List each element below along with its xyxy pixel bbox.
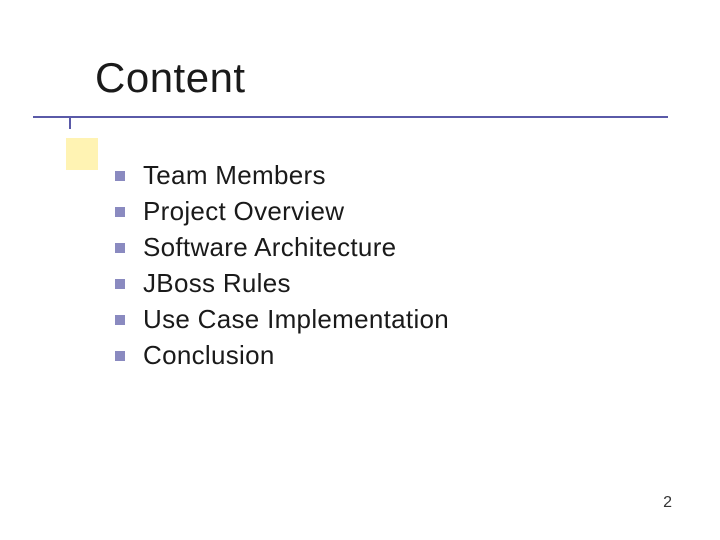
list-item: JBoss Rules: [115, 268, 449, 299]
bullet-icon: [115, 207, 125, 217]
bullet-icon: [115, 279, 125, 289]
page-title: Content: [95, 54, 246, 102]
list-item-label: Conclusion: [143, 340, 275, 371]
page-number: 2: [663, 494, 672, 512]
list-item-label: Use Case Implementation: [143, 304, 449, 335]
list-item-label: Team Members: [143, 160, 326, 191]
list-item-label: Project Overview: [143, 196, 344, 227]
bullet-icon: [115, 315, 125, 325]
content-list: Team Members Project Overview Software A…: [115, 160, 449, 376]
bullet-icon: [115, 171, 125, 181]
title-accent-square: [66, 138, 98, 170]
title-tick: [69, 118, 71, 129]
bullet-icon: [115, 351, 125, 361]
list-item-label: JBoss Rules: [143, 268, 291, 299]
list-item: Project Overview: [115, 196, 449, 227]
list-item: Team Members: [115, 160, 449, 191]
list-item-label: Software Architecture: [143, 232, 396, 263]
list-item: Software Architecture: [115, 232, 449, 263]
title-underline: [33, 116, 668, 118]
list-item: Conclusion: [115, 340, 449, 371]
list-item: Use Case Implementation: [115, 304, 449, 335]
bullet-icon: [115, 243, 125, 253]
